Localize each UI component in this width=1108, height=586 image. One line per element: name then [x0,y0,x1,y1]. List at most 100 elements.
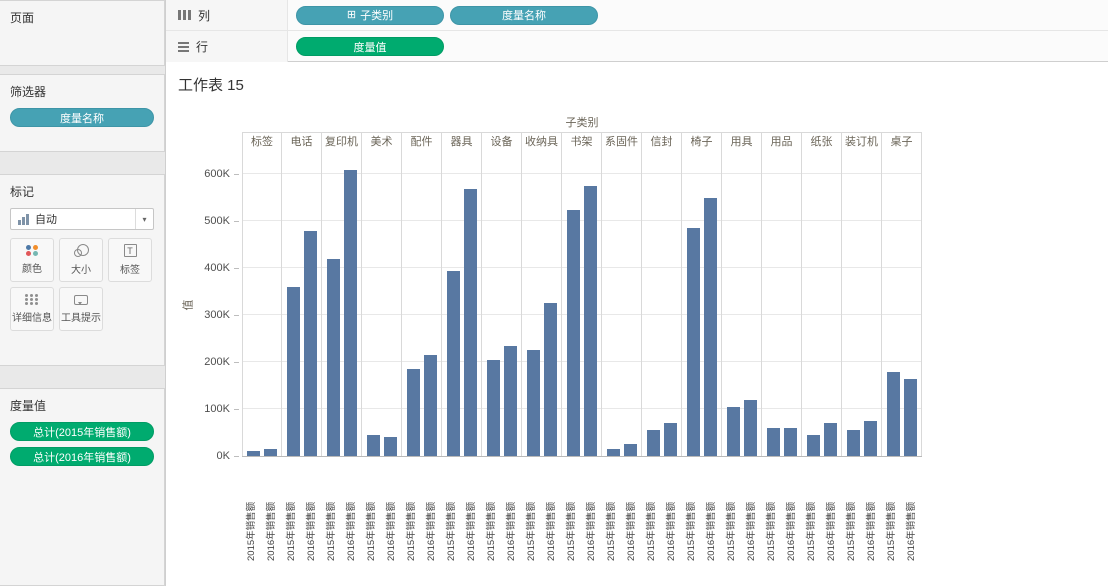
y-axis-ticks[interactable]: 0K 100K 200K 300K 400K 500K 600K [196,152,242,462]
size-button[interactable]: 大小 [59,238,103,282]
pill-measure-names[interactable]: 度量名称 [450,5,598,25]
chevron-down-icon[interactable]: ▾ [135,209,153,229]
bar[interactable] [726,407,740,456]
bar[interactable] [406,369,420,456]
measure-name-label[interactable]: 2016年销售额 [582,457,602,571]
bar[interactable] [366,435,380,456]
category-header[interactable]: 信封 [642,133,682,152]
rows-shelf[interactable]: 行 度量值 [166,31,1108,62]
category-header[interactable]: 书架 [562,133,602,152]
measure-name-label[interactable]: 2016年销售额 [502,457,522,571]
category-header[interactable]: 设备 [482,133,522,152]
measure-name-label[interactable]: 2015年销售额 [442,457,462,571]
bar[interactable] [903,379,917,456]
bar[interactable] [766,428,780,456]
category-header[interactable]: 纸张 [802,133,842,152]
bar[interactable] [247,451,260,456]
measure-name-label[interactable]: 2016年销售额 [302,457,322,571]
bar[interactable] [806,435,820,456]
bar[interactable] [286,287,300,456]
measure-name-label[interactable]: 2015年销售额 [322,457,342,571]
measure-name-label[interactable]: 2016年销售额 [342,457,362,571]
measure-name-label[interactable]: 2016年销售额 [382,457,402,571]
bar[interactable] [863,421,877,456]
bar[interactable] [303,231,317,456]
column-field-label[interactable]: 子类别 [242,112,922,132]
category-header[interactable]: 椅子 [682,133,722,152]
measure-name-label[interactable]: 2016年销售额 [462,457,482,571]
hierarchy-expand-icon[interactable]: ⊞ [347,9,356,21]
measure-pill-2015-sales[interactable]: 总计(2015年销售额) [10,422,154,441]
measure-name-label[interactable]: 2016年销售额 [422,457,442,571]
category-header[interactable]: 标签 [242,133,282,152]
bar[interactable] [264,449,277,456]
bar[interactable] [823,423,837,456]
mark-type-dropdown[interactable]: 自动 ▾ [10,208,154,230]
measure-name-label[interactable]: 2015年销售额 [842,457,862,571]
category-header[interactable]: 配件 [402,133,442,152]
bar[interactable] [743,400,757,456]
category-header[interactable]: 装订机 [842,133,882,152]
bar[interactable] [663,423,677,456]
measure-name-label[interactable]: 2015年销售额 [402,457,422,571]
bar[interactable] [703,198,717,456]
measure-name-label[interactable]: 2016年销售额 [262,457,282,571]
measure-name-label[interactable]: 2016年销售额 [622,457,642,571]
bar[interactable] [326,259,340,456]
category-header[interactable]: 美术 [362,133,402,152]
measure-name-label[interactable]: 2015年销售额 [522,457,542,571]
color-button[interactable]: 颜色 [10,238,54,282]
measure-name-label[interactable]: 2016年销售额 [822,457,842,571]
measure-name-label[interactable]: 2015年销售额 [722,457,742,571]
bar[interactable] [583,186,597,456]
bar[interactable] [686,228,700,456]
measure-name-label[interactable]: 2015年销售额 [482,457,502,571]
bar[interactable] [543,303,557,456]
bar[interactable] [646,430,660,456]
measure-name-label[interactable]: 2015年销售额 [602,457,622,571]
pill-measure-values[interactable]: 度量值 [296,37,444,56]
measure-name-label[interactable]: 2015年销售额 [282,457,302,571]
tooltip-button[interactable]: 工具提示 [59,287,103,331]
detail-button[interactable]: 详细信息 [10,287,54,331]
bar[interactable] [423,355,437,456]
pill-subcategory[interactable]: ⊞ 子类别 [296,5,444,25]
measure-name-label[interactable]: 2016年销售额 [702,457,722,571]
bar[interactable] [486,360,500,456]
bar[interactable] [846,430,860,456]
category-header[interactable]: 用具 [722,133,762,152]
bar[interactable] [343,170,357,456]
category-header[interactable]: 器具 [442,133,482,152]
category-header[interactable]: 电话 [282,133,322,152]
filters-shelf[interactable]: 筛选器 度量名称 [0,74,165,152]
measure-name-label[interactable]: 2016年销售额 [862,457,882,571]
measure-name-label[interactable]: 2016年销售额 [742,457,762,571]
measure-name-label[interactable]: 2016年销售额 [662,457,682,571]
bar[interactable] [463,189,477,456]
measure-name-label[interactable]: 2015年销售额 [642,457,662,571]
filter-pill-measure-names[interactable]: 度量名称 [10,108,154,127]
bar[interactable] [446,271,460,456]
measure-pill-2016-sales[interactable]: 总计(2016年销售额) [10,447,154,466]
y-axis-title[interactable]: 值 [178,152,196,457]
category-header[interactable]: 收纳具 [522,133,562,152]
measure-name-label[interactable]: 2015年销售额 [242,457,262,571]
category-header[interactable]: 用品 [762,133,802,152]
category-header[interactable]: 桌子 [882,133,922,152]
measure-name-label[interactable]: 2015年销售额 [882,457,902,571]
measure-name-label[interactable]: 2016年销售额 [782,457,802,571]
measure-name-label[interactable]: 2015年销售额 [802,457,822,571]
bar[interactable] [623,444,637,456]
category-header[interactable]: 系固件 [602,133,642,152]
measure-name-label[interactable]: 2016年销售额 [542,457,562,571]
columns-shelf[interactable]: 列 ⊞ 子类别 度量名称 [166,0,1108,31]
plot-area[interactable] [242,152,922,457]
label-button[interactable]: 标签 [108,238,152,282]
category-header[interactable]: 复印机 [322,133,362,152]
measure-name-label[interactable]: 2015年销售额 [762,457,782,571]
measure-name-label[interactable]: 2015年销售额 [362,457,382,571]
bar[interactable] [606,449,620,456]
bar[interactable] [503,346,517,456]
measure-name-label[interactable]: 2016年销售额 [902,457,922,571]
pages-shelf[interactable]: 页面 [0,0,165,66]
